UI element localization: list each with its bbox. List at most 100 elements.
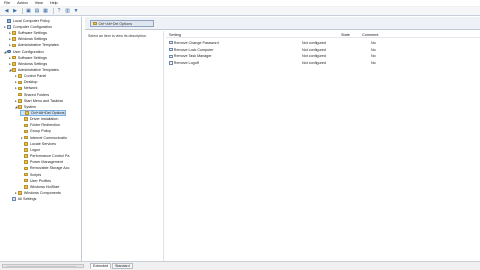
horizontal-scrollbar[interactable]: [2, 264, 84, 268]
tree-item[interactable]: Group Policy: [20, 129, 51, 135]
tree-item[interactable]: ▸ Start Menu and Taskbar: [14, 98, 63, 104]
tree-item-label: Removable Storage Acc: [29, 166, 70, 171]
scrollbar-thumb[interactable]: [6, 265, 76, 268]
tab-extended-label: Extended: [93, 264, 109, 268]
folder-icon: [12, 37, 17, 42]
tree-item-label: User Configuration: [12, 49, 44, 54]
policy-setting-icon: [169, 41, 173, 45]
tree-item[interactable]: Driver Installation: [20, 116, 58, 122]
up-folder-icon[interactable]: ▣: [25, 8, 32, 14]
folder-title: Ctrl+Alt+Del Options: [90, 20, 154, 27]
setting-comment: No: [371, 47, 376, 52]
help-icon[interactable]: ?: [56, 8, 63, 14]
view-tabs: Extended Standard: [88, 261, 480, 270]
menu-action[interactable]: Action: [17, 1, 28, 5]
folder-icon: [24, 117, 29, 121]
tree-item-label: Software Settings: [17, 31, 47, 36]
tree-item-label: Group Policy: [29, 129, 52, 134]
list-header: Setting State Comment: [166, 31, 480, 38]
menu-help[interactable]: Help: [50, 1, 58, 5]
tree-item[interactable]: User Profiles: [20, 178, 51, 184]
toolbar-separator: [22, 8, 23, 14]
tree-item[interactable]: ▸ Windows Settings: [8, 36, 47, 42]
folder-icon: [18, 92, 23, 97]
setting-row[interactable]: Remove Change Password Not configured No: [166, 40, 480, 46]
setting-row[interactable]: Remove Lock Computer Not configured No: [166, 47, 480, 53]
tree-item-label: Locale Services: [29, 141, 56, 146]
menu-file[interactable]: File: [4, 1, 10, 5]
tree-item[interactable]: ▸ Internet Communicatio: [20, 135, 67, 141]
tree-item[interactable]: Locale Services: [20, 141, 56, 147]
column-header-state[interactable]: State: [341, 33, 350, 37]
tree-item-label: Windows Components: [23, 190, 61, 195]
tab-extended[interactable]: Extended: [90, 263, 112, 269]
tree-item-label: Internet Communicatio: [29, 135, 67, 140]
tree-item-label: Administrative Templates: [17, 43, 59, 48]
setting-row[interactable]: Remove Logoff Not configured No: [166, 60, 480, 66]
user-icon: [7, 49, 12, 54]
tree-item[interactable]: ◢ System: [14, 104, 36, 110]
folder-icon: [24, 123, 29, 128]
folder-icon: [18, 74, 23, 78]
setting-cell: Remove Change Password: [169, 41, 219, 45]
menu-view[interactable]: View: [35, 1, 43, 5]
export-list-icon[interactable]: ▦: [42, 8, 49, 14]
tree-item[interactable]: ▸ Windows Settings: [8, 61, 47, 67]
column-header-setting[interactable]: Setting: [169, 33, 181, 37]
forward-icon[interactable]: ▶: [12, 8, 19, 14]
folder-icon: [18, 105, 23, 109]
tree-item-label: Control Panel: [23, 74, 47, 79]
filter-icon[interactable]: ▼: [73, 8, 80, 14]
tree-item[interactable]: Windows HotStart: [20, 184, 59, 190]
tree-item[interactable]: ▸ Control Panel: [14, 73, 46, 79]
tree-item-label: Folder Redirection: [29, 123, 61, 128]
tree-item[interactable]: ▸ Computer Configuration: [3, 24, 52, 30]
show-hide-tree-icon[interactable]: ▤: [34, 8, 41, 14]
tree-item[interactable]: ▸ Desktop: [14, 80, 37, 86]
setting-state: Not configured: [302, 47, 326, 52]
setting-row[interactable]: Remove Task Manager Not configured No: [166, 54, 480, 60]
tree-item[interactable]: ◢ User Configuration: [3, 49, 44, 55]
toolbar-separator: [52, 8, 54, 14]
back-icon[interactable]: ◀: [3, 8, 10, 14]
tree-item-label: All Settings: [17, 197, 37, 202]
computer-icon: [7, 25, 12, 29]
tree-item[interactable]: ◢ Administrative Templates: [8, 67, 59, 73]
tree-item[interactable]: Ctrl+Alt+Del Options: [20, 110, 66, 116]
tree-item[interactable]: Local Computer Policy: [3, 18, 50, 24]
tree-item[interactable]: Shared Folders: [14, 92, 49, 98]
tree-item[interactable]: Folder Redirection: [20, 123, 60, 129]
tree-item[interactable]: ▸ Software Settings: [8, 55, 47, 61]
tree-item[interactable]: Removable Storage Acc: [20, 166, 69, 172]
tree-item[interactable]: ▸ Administrative Templates: [8, 43, 59, 49]
folder-icon: [12, 55, 17, 60]
tree-item[interactable]: Logon: [20, 147, 40, 153]
tree-scroll-area: [0, 261, 88, 270]
setting-name: Remove Lock Computer: [173, 47, 214, 52]
tree-item-label: Power Management: [29, 160, 63, 165]
tree-item-label: Local Computer Policy: [12, 18, 50, 23]
setting-name: Remove Task Manager: [173, 54, 212, 59]
tree-item-label: Performance Control Pa: [29, 154, 70, 159]
tab-standard[interactable]: Standard: [112, 263, 133, 269]
tree-item[interactable]: ▸ Windows Components: [14, 190, 61, 196]
description-pane: Select an item to view its description.: [85, 31, 164, 261]
properties-icon[interactable]: ▥: [64, 8, 71, 14]
folder-icon: [24, 185, 29, 189]
tree-item-label: Ctrl+Alt+Del Options: [30, 111, 65, 116]
tree-item[interactable]: All Settings: [8, 196, 36, 202]
folder-icon: [12, 68, 17, 72]
tree-item[interactable]: Power Management: [20, 159, 63, 165]
folder-icon: [25, 111, 30, 115]
tree-item[interactable]: ▸ Software Settings: [8, 30, 47, 36]
settings-list: Setting State Comment Remove Change Pass…: [166, 31, 480, 261]
tree-item[interactable]: ▸ Network: [14, 86, 37, 92]
folder-icon: [12, 43, 17, 48]
tree-item[interactable]: Performance Control Pa: [20, 153, 69, 159]
setting-cell: Remove Task Manager: [169, 54, 212, 58]
folder-icon: [18, 80, 23, 85]
folder-icon: [24, 166, 29, 171]
tree-item[interactable]: Scripts: [20, 172, 41, 178]
column-header-comment[interactable]: Comment: [362, 33, 378, 37]
tree-item-label: Logon: [29, 147, 41, 152]
